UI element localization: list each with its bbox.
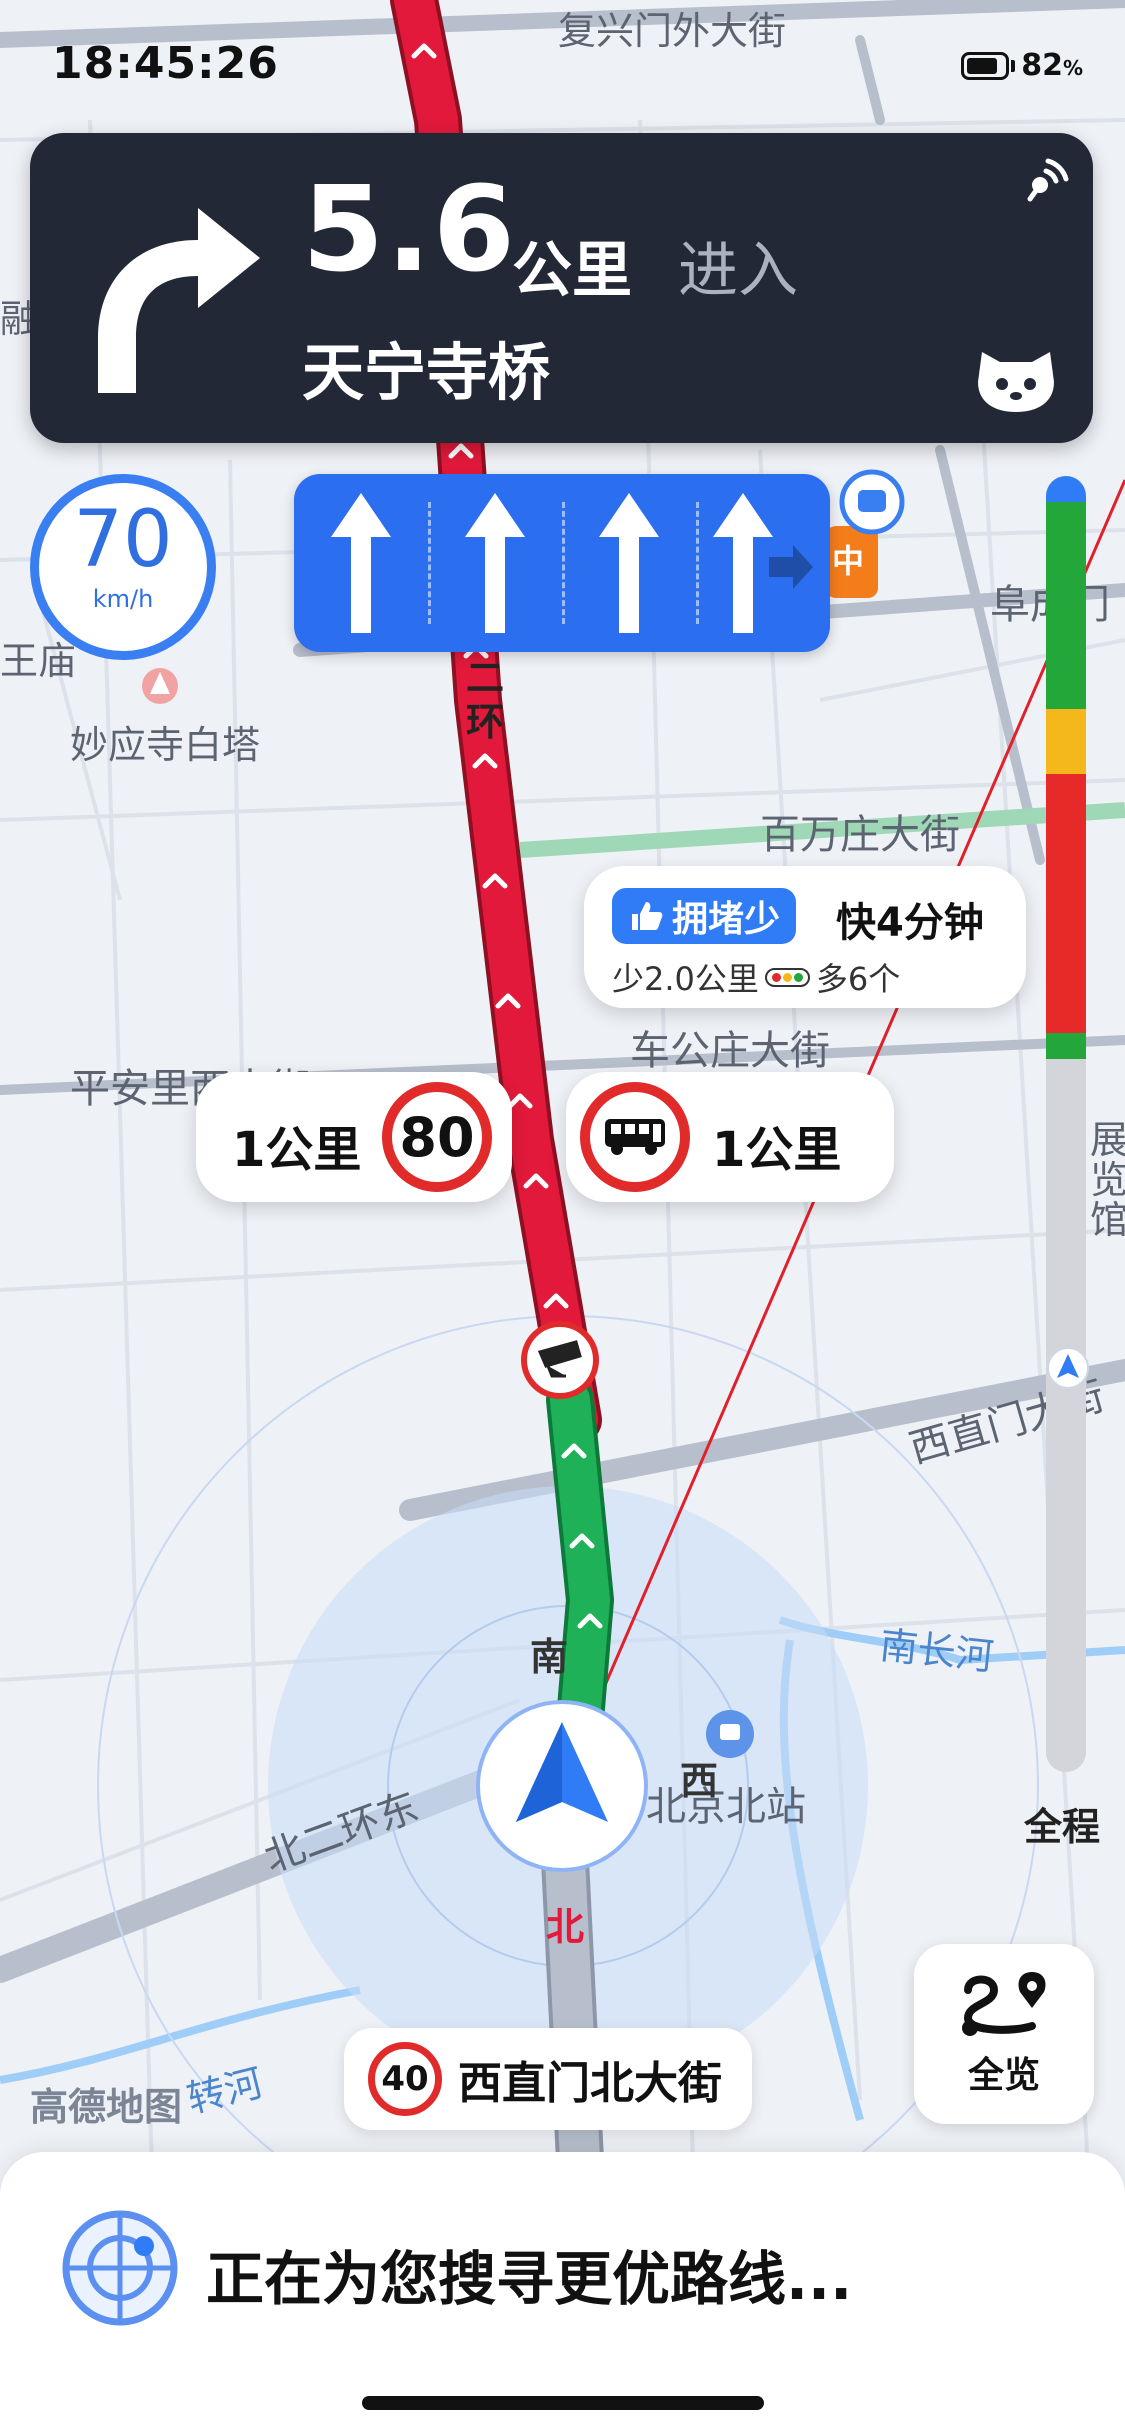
speed-camera-callout: 1公里 80: [196, 1072, 512, 1202]
turn-right-icon: [98, 208, 260, 393]
progress-segment: [1046, 1033, 1086, 1060]
next-turn-unit: 公里: [512, 236, 632, 306]
overview-label: 全览: [967, 2055, 1040, 2096]
bus-lane-camera-callout: 1公里: [566, 1072, 894, 1202]
progress-segment: [1046, 1059, 1086, 1772]
current-road-badge: 40 西直门北大街: [344, 2028, 752, 2130]
thumbs-up-icon: [632, 902, 663, 930]
speed-camera-limit: 80: [382, 1082, 492, 1192]
speed-camera-distance: 1公里: [232, 1122, 362, 1178]
lane-1: [294, 474, 428, 652]
progress-total-label: 全程: [1024, 1805, 1101, 1849]
bus-icon: [605, 1119, 665, 1155]
next-road-name: 天宁寺桥: [302, 336, 551, 409]
distance-saved: 少2.0公里: [612, 960, 759, 998]
route-difference: 少2.0公里 多6个: [612, 954, 900, 1000]
progress-segment: [1046, 709, 1086, 775]
label-baiwanzhuang: 百万庄大街: [760, 812, 960, 858]
straight-arrow-icon: [713, 493, 813, 633]
alternate-route-tip[interactable]: 拥堵少 快4分钟 少2.0公里 多6个: [584, 866, 1026, 1008]
current-road-name: 西直门北大街: [458, 2058, 722, 2109]
label-zhong: 中: [832, 542, 865, 580]
label-beijing-north: 北京北站: [646, 1784, 806, 1830]
speed-limit-unit: km/h: [92, 585, 154, 613]
label-bei: 北: [546, 1905, 585, 1949]
lane-4: [696, 474, 830, 652]
progress-segment: [1046, 774, 1086, 1034]
label-miaoyingsi: 妙应寺白塔: [70, 723, 261, 767]
time-saved: 快4分钟: [836, 900, 984, 946]
home-indicator[interactable]: [362, 2396, 764, 2410]
battery-cap: [1011, 59, 1016, 72]
bus-lane-camera-distance: 1公里: [712, 1122, 842, 1178]
label-chegongzhuang: 车公庄大街: [630, 1028, 830, 1074]
map-logo: 高德地图: [30, 2085, 183, 2129]
label-erhuan: 二环: [466, 656, 505, 744]
extra-lights: 多6个: [815, 960, 901, 998]
less-congestion-tag: 拥堵少: [612, 888, 797, 944]
status-time: 18:45:26: [52, 38, 279, 89]
station-pin-icon: [720, 1724, 740, 1740]
lane-guidance: [294, 474, 830, 652]
current-road-limit: 40: [368, 2042, 442, 2116]
traffic-light-icon: [764, 967, 810, 987]
label-nanchanghe: 南长河: [877, 1623, 996, 1679]
overview-button[interactable]: 全览: [914, 1944, 1094, 2124]
label-fuxingmenwai: 复兴门外大街: [558, 9, 787, 53]
lane-2: [428, 474, 562, 652]
progress-segment: [1046, 501, 1086, 710]
speed-limit-value: 70: [73, 495, 173, 585]
message-pin-icon: [858, 490, 886, 512]
straight-arrow-icon: [599, 493, 659, 633]
lane-3: [562, 474, 696, 652]
broadcast-icon[interactable]: [1022, 155, 1072, 205]
battery-indicator: 82%: [961, 48, 1083, 83]
straight-arrow-icon: [331, 493, 391, 633]
voice-assistant-icon[interactable]: [970, 336, 1062, 416]
next-turn-distance: 5.6: [302, 160, 518, 298]
label-zhanlanguan: 展览馆: [1090, 1118, 1125, 1242]
route-overview-icon: [962, 1972, 1046, 2036]
route-progress-bar: [1046, 476, 1086, 1772]
battery-icon: [961, 51, 1010, 80]
label-nan: 南: [530, 1635, 569, 1679]
progress-position-icon: [1047, 1347, 1089, 1389]
search-status-text: 正在为您搜寻更优路线...: [206, 2245, 853, 2313]
straight-arrow-icon: [465, 493, 525, 633]
battery-text: 82%: [1021, 48, 1083, 83]
label-xi: 西: [680, 1759, 719, 1803]
current-speed-limit: 70 km/h: [30, 474, 216, 660]
bus-lane-sign: [580, 1082, 690, 1192]
next-turn-action: 进入: [678, 236, 798, 306]
radar-search-icon: [62, 2210, 178, 2326]
